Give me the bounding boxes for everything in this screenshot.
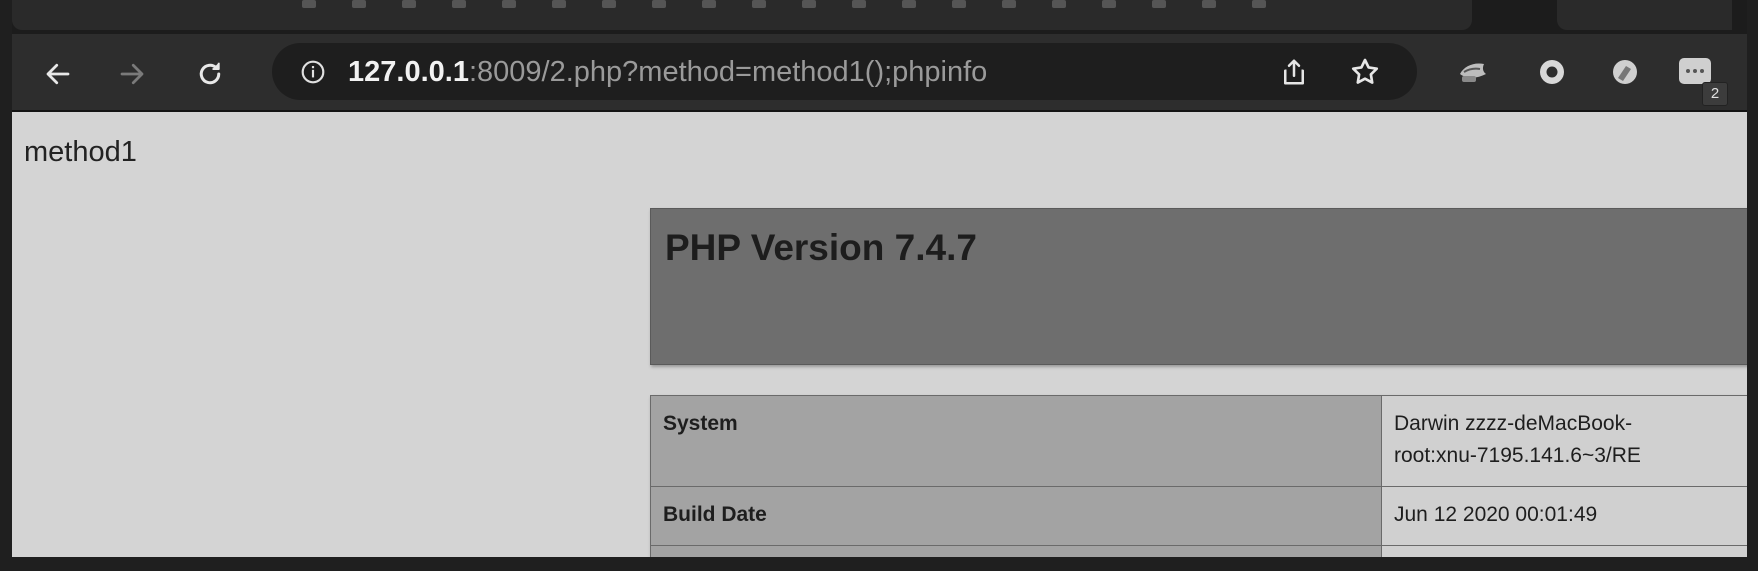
table-row: Build Date Jun 12 2020 00:01:49 bbox=[650, 486, 1747, 546]
screen: 127.0.0.1:8009/2.php?method=method1();ph… bbox=[12, 0, 1747, 571]
method-output-text: method1 bbox=[24, 136, 137, 168]
circle-extension-icon[interactable] bbox=[1534, 54, 1570, 90]
tab-icons bbox=[302, 0, 1266, 14]
table-value: Jun 12 2020 00:01:49 bbox=[1381, 486, 1747, 546]
page-content: method1 PHP Version 7.4.7 System Darwin … bbox=[12, 112, 1747, 557]
php-version-title: PHP Version 7.4.7 bbox=[665, 227, 977, 268]
back-button[interactable] bbox=[38, 54, 78, 94]
phpinfo-header: PHP Version 7.4.7 bbox=[650, 208, 1747, 365]
value-line: root:xnu-7195.141.6~3/RE bbox=[1394, 444, 1641, 467]
value-line: Darwin zzzz-deMacBook- bbox=[1394, 412, 1633, 435]
extension-badge: 2 bbox=[1702, 82, 1728, 106]
phpinfo-table: System Darwin zzzz-deMacBook- root:xnu-7… bbox=[650, 395, 1747, 557]
arrow-right-icon bbox=[120, 63, 144, 85]
tab[interactable] bbox=[1557, 0, 1732, 30]
url-path: :8009/2.php?method=method1();phpinfo bbox=[468, 56, 988, 88]
table-row: System Darwin zzzz-deMacBook- root:xnu-7… bbox=[650, 395, 1747, 487]
table-row bbox=[650, 545, 1747, 557]
browser-toolbar: 127.0.0.1:8009/2.php?method=method1();ph… bbox=[12, 34, 1747, 112]
active-tab[interactable] bbox=[12, 0, 1472, 30]
bottom-frame bbox=[0, 557, 1758, 571]
info-icon[interactable] bbox=[300, 59, 326, 85]
reload-icon bbox=[199, 62, 221, 85]
table-key bbox=[650, 545, 1382, 557]
table-key: Build Date bbox=[650, 486, 1382, 546]
table-value: Darwin zzzz-deMacBook- root:xnu-7195.141… bbox=[1381, 395, 1747, 487]
tab-strip bbox=[12, 0, 1747, 34]
compass-extension-icon[interactable] bbox=[1607, 54, 1643, 90]
url-host: 127.0.0.1 bbox=[348, 56, 469, 88]
table-value bbox=[1381, 545, 1747, 557]
bookmark-star-icon[interactable] bbox=[1349, 56, 1381, 88]
extension-puzzle-icon[interactable] bbox=[1454, 54, 1490, 90]
forward-button[interactable] bbox=[112, 54, 152, 94]
address-bar[interactable]: 127.0.0.1:8009/2.php?method=method1();ph… bbox=[272, 43, 1417, 100]
arrow-left-icon bbox=[46, 63, 70, 85]
url-text[interactable]: 127.0.0.1:8009/2.php?method=method1();ph… bbox=[348, 56, 987, 88]
reload-button[interactable] bbox=[190, 54, 230, 94]
table-key: System bbox=[650, 395, 1382, 487]
share-icon[interactable] bbox=[1279, 56, 1309, 88]
